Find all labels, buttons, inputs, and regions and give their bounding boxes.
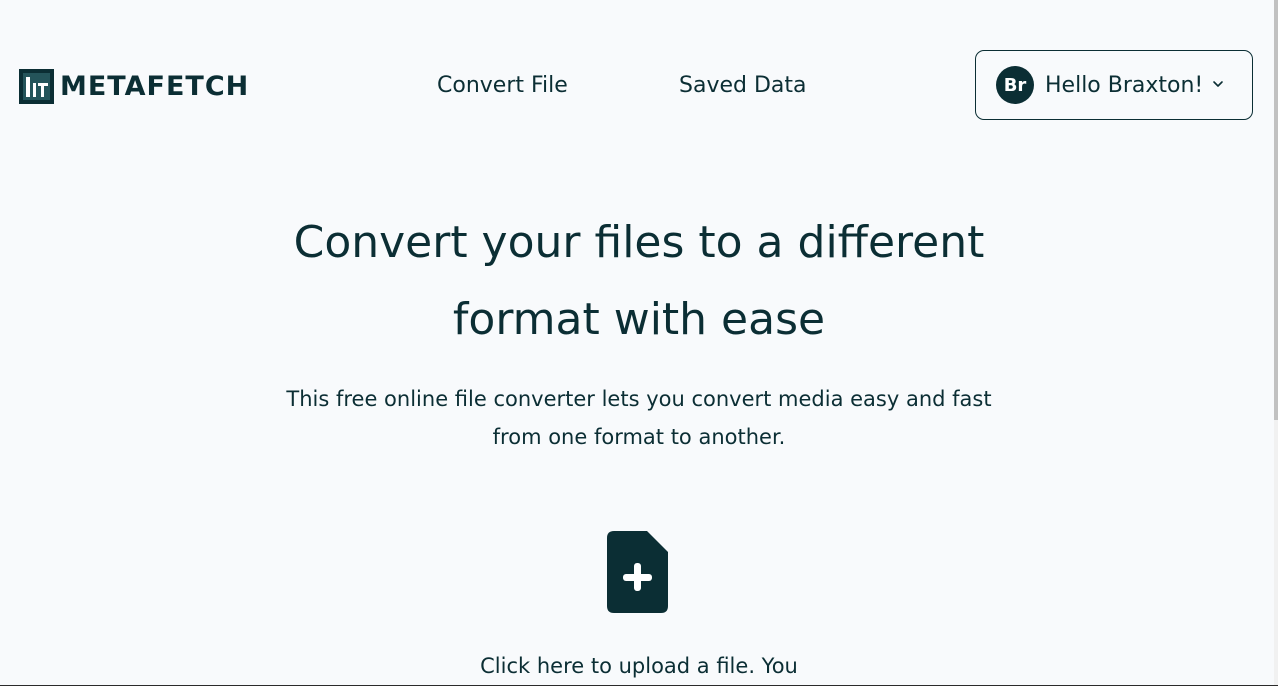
page-title-line-1: Convert your files to a different: [293, 217, 985, 268]
user-menu-button[interactable]: Br Hello Braxton!: [975, 50, 1253, 120]
avatar: Br: [996, 66, 1034, 104]
nav-saved-data[interactable]: Saved Data: [679, 72, 807, 100]
file-upload-dropzone[interactable]: Click here to upload a file. You: [439, 525, 839, 686]
page-subtitle-line-1: This free online file converter lets you…: [286, 387, 992, 411]
scrollbar[interactable]: [1274, 0, 1278, 686]
page-title-line-2: format with ease: [452, 294, 826, 345]
page-subtitle: This free online file converter lets you…: [239, 380, 1039, 456]
logo[interactable]: METAFETCH: [19, 69, 249, 104]
page-subtitle-line-2: from one format to another.: [492, 425, 786, 449]
chevron-down-icon: [1213, 81, 1223, 87]
file-plus-icon: [607, 531, 668, 613]
scrollbar-thumb[interactable]: [1274, 0, 1278, 420]
logo-text: METAFETCH: [60, 71, 250, 102]
metafetch-logo-icon: [19, 69, 54, 104]
page-title: Convert your files to a different format…: [239, 204, 1039, 358]
site-header: METAFETCH Convert File Saved Data Br Hel…: [0, 0, 1278, 150]
upload-instructions: Click here to upload a file. You: [480, 654, 798, 678]
nav-convert-file[interactable]: Convert File: [437, 72, 568, 100]
user-greeting: Hello Braxton!: [1045, 72, 1204, 98]
